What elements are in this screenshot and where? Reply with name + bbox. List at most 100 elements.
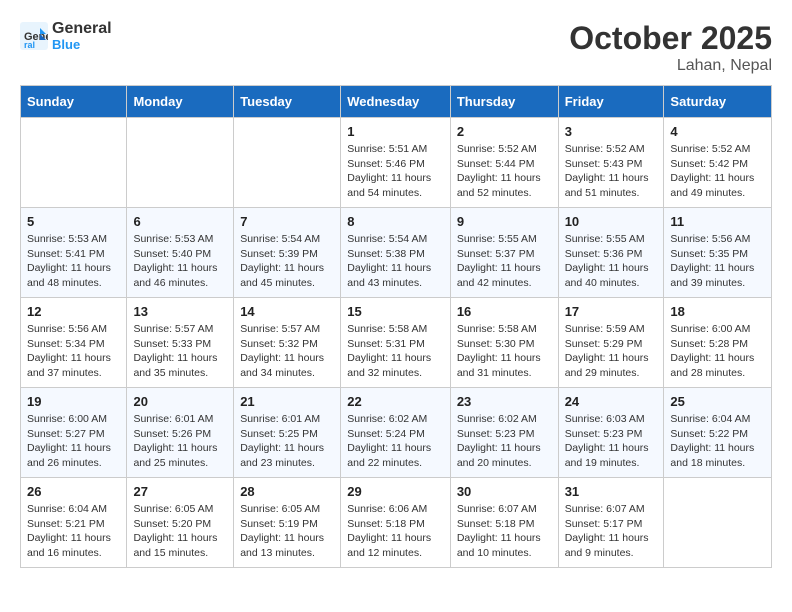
calendar-cell: 10 Sunrise: 5:55 AM Sunset: 5:36 PM Dayli… [558, 208, 664, 298]
day-info: Sunrise: 5:53 AM Sunset: 5:41 PM Dayligh… [27, 232, 120, 291]
calendar-cell: 25 Sunrise: 6:04 AM Sunset: 5:22 PM Dayli… [664, 388, 772, 478]
day-info: Sunrise: 6:02 AM Sunset: 5:23 PM Dayligh… [457, 412, 552, 471]
calendar-cell: 1Sunrise: 5:51 AM Sunset: 5:46 PM Daylig… [341, 118, 451, 208]
day-number: 19 [27, 394, 120, 409]
day-number: 10 [565, 214, 658, 229]
weekday-header: Saturday [664, 86, 772, 118]
calendar-cell: 17 Sunrise: 5:59 AM Sunset: 5:29 PM Dayli… [558, 298, 664, 388]
weekday-header: Friday [558, 86, 664, 118]
calendar-week-row: 12 Sunrise: 5:56 AM Sunset: 5:34 PM Dayli… [21, 298, 772, 388]
day-info: Sunrise: 6:04 AM Sunset: 5:22 PM Dayligh… [670, 412, 765, 471]
calendar-cell: 6 Sunrise: 5:53 AM Sunset: 5:40 PM Daylig… [127, 208, 234, 298]
weekday-header: Sunday [21, 86, 127, 118]
day-info: Sunrise: 5:55 AM Sunset: 5:36 PM Dayligh… [565, 232, 658, 291]
day-info: Sunrise: 5:53 AM Sunset: 5:40 PM Dayligh… [133, 232, 227, 291]
day-info: Sunrise: 5:52 AM Sunset: 5:43 PM Dayligh… [565, 142, 658, 201]
calendar-cell: 16 Sunrise: 5:58 AM Sunset: 5:30 PM Dayli… [450, 298, 558, 388]
calendar-cell: 5 Sunrise: 5:53 AM Sunset: 5:41 PM Daylig… [21, 208, 127, 298]
day-number: 29 [347, 484, 444, 499]
day-number: 24 [565, 394, 658, 409]
day-info: Sunrise: 5:56 AM Sunset: 5:35 PM Dayligh… [670, 232, 765, 291]
calendar-cell [127, 118, 234, 208]
day-info: Sunrise: 5:54 AM Sunset: 5:39 PM Dayligh… [240, 232, 334, 291]
day-info: Sunrise: 6:00 AM Sunset: 5:28 PM Dayligh… [670, 322, 765, 381]
calendar-cell: 26 Sunrise: 6:04 AM Sunset: 5:21 PM Dayli… [21, 478, 127, 568]
calendar-week-row: 1Sunrise: 5:51 AM Sunset: 5:46 PM Daylig… [21, 118, 772, 208]
month-title: October 2025 [569, 20, 772, 57]
day-number: 25 [670, 394, 765, 409]
calendar-cell: 12 Sunrise: 5:56 AM Sunset: 5:34 PM Dayli… [21, 298, 127, 388]
day-info: Sunrise: 6:01 AM Sunset: 5:26 PM Dayligh… [133, 412, 227, 471]
day-number: 1 [347, 124, 444, 139]
day-info: Sunrise: 5:56 AM Sunset: 5:34 PM Dayligh… [27, 322, 120, 381]
weekday-header: Wednesday [341, 86, 451, 118]
day-info: Sunrise: 5:59 AM Sunset: 5:29 PM Dayligh… [565, 322, 658, 381]
day-info: Sunrise: 6:07 AM Sunset: 5:17 PM Dayligh… [565, 502, 658, 561]
day-number: 16 [457, 304, 552, 319]
location: Lahan, Nepal [569, 57, 772, 75]
day-number: 2 [457, 124, 552, 139]
day-number: 15 [347, 304, 444, 319]
day-number: 18 [670, 304, 765, 319]
calendar-cell: 3 Sunrise: 5:52 AM Sunset: 5:43 PM Daylig… [558, 118, 664, 208]
calendar-week-row: 19 Sunrise: 6:00 AM Sunset: 5:27 PM Dayli… [21, 388, 772, 478]
logo-icon: Gene ral [20, 22, 48, 50]
calendar-cell: 18 Sunrise: 6:00 AM Sunset: 5:28 PM Dayli… [664, 298, 772, 388]
calendar-week-row: 5 Sunrise: 5:53 AM Sunset: 5:41 PM Daylig… [21, 208, 772, 298]
day-info: Sunrise: 6:01 AM Sunset: 5:25 PM Dayligh… [240, 412, 334, 471]
day-info: Sunrise: 6:05 AM Sunset: 5:19 PM Dayligh… [240, 502, 334, 561]
day-number: 23 [457, 394, 552, 409]
calendar-cell: 23 Sunrise: 6:02 AM Sunset: 5:23 PM Dayli… [450, 388, 558, 478]
page-header: Gene ral General Blue October 2025 Lahan… [20, 20, 772, 75]
day-number: 6 [133, 214, 227, 229]
calendar-week-row: 26 Sunrise: 6:04 AM Sunset: 5:21 PM Dayli… [21, 478, 772, 568]
day-number: 11 [670, 214, 765, 229]
day-number: 5 [27, 214, 120, 229]
weekday-header: Thursday [450, 86, 558, 118]
day-info: Sunrise: 6:00 AM Sunset: 5:27 PM Dayligh… [27, 412, 120, 471]
day-info: Sunrise: 6:03 AM Sunset: 5:23 PM Dayligh… [565, 412, 658, 471]
calendar-cell: 27 Sunrise: 6:05 AM Sunset: 5:20 PM Dayli… [127, 478, 234, 568]
day-info: Sunrise: 5:54 AM Sunset: 5:38 PM Dayligh… [347, 232, 444, 291]
calendar-cell [234, 118, 341, 208]
calendar-cell: 2 Sunrise: 5:52 AM Sunset: 5:44 PM Daylig… [450, 118, 558, 208]
calendar-cell: 30Sunrise: 6:07 AM Sunset: 5:18 PM Dayli… [450, 478, 558, 568]
calendar-cell [21, 118, 127, 208]
svg-text:ral: ral [24, 40, 35, 50]
calendar-cell: 13Sunrise: 5:57 AM Sunset: 5:33 PM Dayli… [127, 298, 234, 388]
day-number: 21 [240, 394, 334, 409]
day-number: 27 [133, 484, 227, 499]
weekday-header: Monday [127, 86, 234, 118]
day-number: 7 [240, 214, 334, 229]
day-info: Sunrise: 5:57 AM Sunset: 5:32 PM Dayligh… [240, 322, 334, 381]
day-number: 12 [27, 304, 120, 319]
calendar-cell: 7 Sunrise: 5:54 AM Sunset: 5:39 PM Daylig… [234, 208, 341, 298]
day-info: Sunrise: 6:05 AM Sunset: 5:20 PM Dayligh… [133, 502, 227, 561]
day-info: Sunrise: 5:52 AM Sunset: 5:44 PM Dayligh… [457, 142, 552, 201]
calendar-cell: 15Sunrise: 5:58 AM Sunset: 5:31 PM Dayli… [341, 298, 451, 388]
logo: Gene ral General Blue [20, 20, 112, 52]
calendar-cell: 29 Sunrise: 6:06 AM Sunset: 5:18 PM Dayli… [341, 478, 451, 568]
day-info: Sunrise: 6:02 AM Sunset: 5:24 PM Dayligh… [347, 412, 444, 471]
day-info: Sunrise: 5:57 AM Sunset: 5:33 PM Dayligh… [133, 322, 227, 381]
day-info: Sunrise: 6:06 AM Sunset: 5:18 PM Dayligh… [347, 502, 444, 561]
calendar-table: SundayMondayTuesdayWednesdayThursdayFrid… [20, 85, 772, 568]
logo-blue: Blue [52, 38, 112, 52]
day-number: 26 [27, 484, 120, 499]
calendar-cell: 22Sunrise: 6:02 AM Sunset: 5:24 PM Dayli… [341, 388, 451, 478]
calendar-cell: 31 Sunrise: 6:07 AM Sunset: 5:17 PM Dayli… [558, 478, 664, 568]
day-number: 17 [565, 304, 658, 319]
calendar-cell: 9Sunrise: 5:55 AM Sunset: 5:37 PM Daylig… [450, 208, 558, 298]
day-number: 3 [565, 124, 658, 139]
day-number: 4 [670, 124, 765, 139]
calendar-cell: 14 Sunrise: 5:57 AM Sunset: 5:32 PM Dayli… [234, 298, 341, 388]
day-info: Sunrise: 6:04 AM Sunset: 5:21 PM Dayligh… [27, 502, 120, 561]
weekday-header: Tuesday [234, 86, 341, 118]
day-number: 9 [457, 214, 552, 229]
day-number: 14 [240, 304, 334, 319]
day-number: 31 [565, 484, 658, 499]
day-number: 8 [347, 214, 444, 229]
day-info: Sunrise: 5:58 AM Sunset: 5:30 PM Dayligh… [457, 322, 552, 381]
calendar-cell: 28Sunrise: 6:05 AM Sunset: 5:19 PM Dayli… [234, 478, 341, 568]
day-info: Sunrise: 6:07 AM Sunset: 5:18 PM Dayligh… [457, 502, 552, 561]
